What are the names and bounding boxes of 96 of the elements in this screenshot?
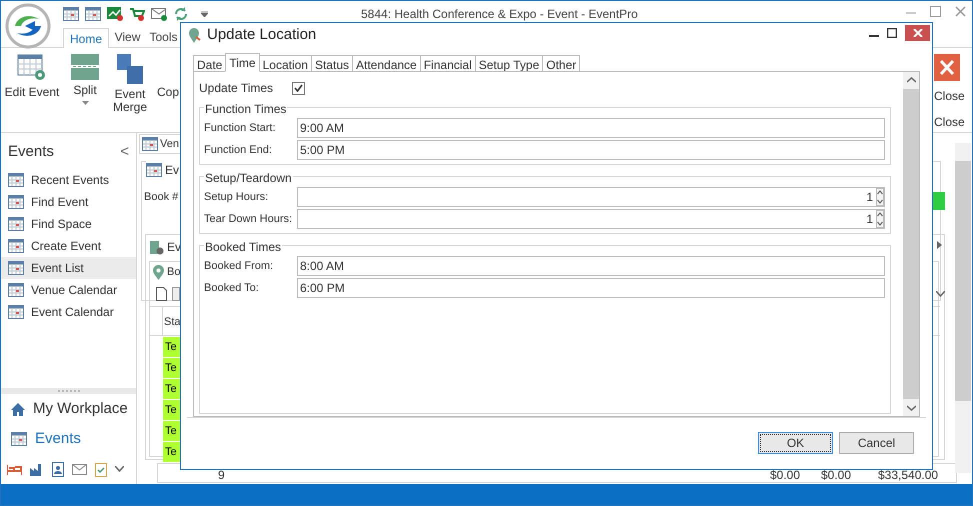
new-document-icon[interactable]: [156, 287, 167, 301]
column-header[interactable]: Sta: [164, 314, 181, 330]
field-label: Function End:: [204, 142, 273, 158]
calendar-gear-icon: [17, 54, 47, 82]
mail-icon[interactable]: [72, 464, 87, 474]
input-field[interactable]: 5:00 PM: [297, 140, 885, 160]
calendar-icon: [142, 137, 158, 151]
maximize-icon[interactable]: [887, 28, 897, 38]
field-label: Booked From:: [204, 258, 274, 274]
cart-icon[interactable]: [129, 7, 145, 21]
dialog-tab[interactable]: Other: [542, 55, 580, 72]
nav-section[interactable]: Events: [1, 424, 136, 454]
chevron-down-icon[interactable]: [115, 466, 124, 472]
close-icon: [912, 29, 922, 37]
chevron-down-icon[interactable]: [936, 291, 945, 297]
dialog-tab[interactable]: Location: [258, 55, 312, 72]
calendar-icon: [8, 305, 24, 319]
refresh-icon[interactable]: [173, 6, 189, 22]
status-indicator: [933, 192, 945, 210]
table-cell: $33,540.00: [878, 469, 938, 482]
input-field[interactable]: 6:00 PM: [297, 278, 885, 298]
checkbox[interactable]: [292, 82, 305, 94]
field-label: Function Start:: [204, 120, 277, 136]
scroll-up-icon[interactable]: [906, 77, 916, 83]
field-label: Book #: [144, 190, 178, 205]
close-button[interactable]: [905, 25, 930, 41]
section-tab[interactable]: Ev: [167, 238, 182, 256]
toolbar-label: Bo: [167, 265, 180, 280]
home-icon: [11, 402, 25, 416]
dialog-tab[interactable]: Date: [193, 55, 226, 72]
dialog-tab[interactable]: Status: [310, 55, 353, 72]
dialog-tab[interactable]: Financial: [420, 55, 476, 72]
app-logo-icon[interactable]: [5, 3, 51, 49]
table-cell: $0.00: [821, 469, 852, 482]
split-icon: [71, 54, 99, 80]
scrollbar[interactable]: [955, 143, 971, 473]
dialog-tab[interactable]: Attendance: [352, 55, 421, 72]
nav-item[interactable]: Event List: [1, 257, 136, 279]
calendar-icon: [8, 283, 24, 297]
spinner-arrows-icon[interactable]: [876, 210, 884, 228]
field-label: Booked To:: [204, 280, 260, 296]
field-label: Setup Hours:: [204, 190, 270, 205]
dialog-tab[interactable]: Setup Type: [474, 55, 544, 72]
close-button[interactable]: Close: [934, 54, 965, 105]
merge-icon: [117, 54, 143, 84]
dialog-tab[interactable]: Time: [225, 53, 260, 72]
scrollbar[interactable]: [903, 72, 919, 416]
spin-field[interactable]: 1: [297, 209, 885, 229]
calendar-icon: [11, 432, 27, 446]
ribbon-button[interactable]: Edit Event: [4, 54, 60, 114]
clipboard-icon[interactable]: [95, 462, 107, 476]
ribbon-tab[interactable]: Home: [63, 28, 109, 48]
location-pin-icon: [153, 264, 164, 280]
collapse-button[interactable]: <: [120, 140, 129, 164]
location-pin-icon: [189, 28, 201, 42]
close-icon[interactable]: [955, 4, 966, 18]
group-title: Ev: [165, 162, 180, 179]
nav-item[interactable]: Recent Events: [1, 169, 136, 191]
calendar-icon: [8, 217, 24, 231]
input-field[interactable]: 8:00 AM: [297, 256, 885, 276]
customize-menu-icon[interactable]: [201, 11, 208, 17]
factory-icon[interactable]: [30, 462, 44, 476]
ribbon-tab[interactable]: View: [109, 27, 146, 47]
table-cell: 9: [218, 469, 225, 482]
mail-icon[interactable]: [151, 7, 167, 21]
checkmark-icon: [294, 84, 303, 92]
ribbon-button[interactable]: Cop: [157, 54, 180, 114]
calendar-icon: [8, 173, 24, 187]
spinner-arrows-icon[interactable]: [876, 188, 884, 206]
scroll-down-icon[interactable]: [906, 405, 916, 411]
calendar-icon: [8, 195, 24, 209]
spin-field[interactable]: 1: [297, 187, 885, 207]
checkbox-label: Update Times: [199, 80, 274, 97]
nav-section[interactable]: My Workplace: [1, 394, 136, 424]
window-title: 5844: Health Conference & Expo - Event - EventPro: [361, 6, 638, 23]
field-label: Tear Down Hours:: [204, 212, 294, 227]
ribbon-tab[interactable]: Tools: [146, 27, 181, 47]
dialog-button[interactable]: OK: [758, 432, 833, 454]
arrow-right-icon[interactable]: [937, 241, 942, 249]
dialog-title: Update Location: [207, 24, 316, 45]
nav-item[interactable]: Create Event: [1, 235, 136, 257]
calendar-icon: [8, 239, 24, 253]
input-field[interactable]: 9:00 AM: [297, 118, 885, 138]
nav-item[interactable]: Event Calendar: [1, 301, 136, 323]
ribbon-button[interactable]: Event Merge: [110, 54, 150, 114]
nav-item[interactable]: Venue Calendar: [1, 279, 136, 301]
table-cell: $0.00: [770, 469, 800, 482]
nav-item[interactable]: Find Space: [1, 213, 136, 235]
ribbon-button[interactable]: Split: [67, 54, 103, 114]
close-link[interactable]: Close: [934, 113, 965, 131]
nav-item[interactable]: Find Event: [1, 191, 136, 213]
dialog-button[interactable]: Cancel: [839, 432, 914, 454]
panel-title: Events: [8, 142, 54, 162]
calendar-icon: [8, 261, 24, 275]
bed-icon[interactable]: [7, 463, 22, 475]
contact-card-icon[interactable]: [52, 462, 64, 476]
